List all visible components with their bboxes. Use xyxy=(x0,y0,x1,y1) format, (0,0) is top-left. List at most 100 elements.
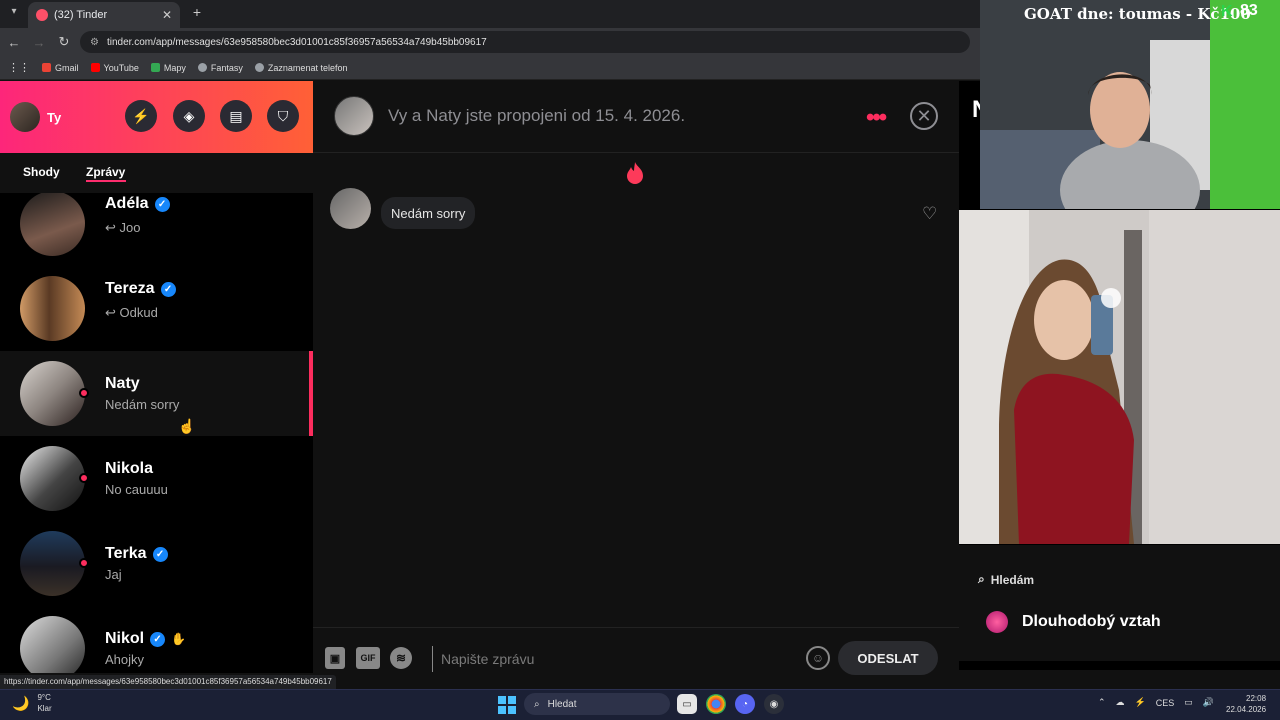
bookmark-youtube[interactable]: YouTube xyxy=(90,63,139,73)
moon-icon: 🌙 xyxy=(12,694,30,711)
verified-badge-icon: ✓ xyxy=(160,281,176,297)
unread-dot xyxy=(79,388,89,398)
avatar xyxy=(20,361,85,426)
looking-for-value: Dlouhodobý vztah xyxy=(986,611,1161,633)
avatar xyxy=(20,276,85,341)
conversation-nikola[interactable]: Nikola No cauuuu xyxy=(0,436,313,521)
stream-title: GOAT dne: toumas - Kč100 xyxy=(1024,5,1251,23)
avatar xyxy=(20,531,85,596)
boost-bolt-icon[interactable]: ⚡ xyxy=(125,100,157,132)
app-icon[interactable]: ◉ xyxy=(764,694,784,714)
windows-start-icon[interactable] xyxy=(498,696,516,714)
conversation-list: Adéla ✓ ↩ Joo Tereza ✓ ↩ Odkud Naty Nedám … xyxy=(0,193,313,673)
verified-badge-icon: ✓ xyxy=(152,546,168,562)
back-arrow-icon[interactable]: ← xyxy=(3,31,25,53)
conversation-preview: ↩ Odkud xyxy=(105,305,158,320)
close-chat-icon[interactable]: ✕ xyxy=(910,102,938,130)
weather-widget[interactable]: 🌙 9°C Klar xyxy=(12,692,52,714)
verified-badge-icon: ✓ xyxy=(154,196,170,212)
tinder-flame-icon xyxy=(627,162,643,184)
active-tab-underline xyxy=(86,180,126,182)
match-avatar[interactable] xyxy=(334,96,374,136)
conversation-name: Tereza ✓ xyxy=(105,280,176,298)
conversation-preview: No cauuuu xyxy=(105,482,168,497)
youtube-icon xyxy=(90,63,100,72)
tab-messages[interactable]: Zprávy xyxy=(86,165,125,179)
conversation-name: Adéla ✓ xyxy=(105,195,170,213)
bluetooth-icon[interactable]: ⚡ xyxy=(1135,697,1146,708)
display-icon[interactable]: ▭ xyxy=(1184,697,1193,708)
spotify-icon[interactable]: ≋ xyxy=(390,647,412,669)
apps-grid-icon[interactable]: ⋮⋮ xyxy=(8,61,30,74)
close-tab-icon[interactable]: ✕ xyxy=(162,8,172,22)
discord-icon[interactable]: ◔ xyxy=(735,694,755,714)
avatar xyxy=(20,193,85,256)
message-avatar[interactable] xyxy=(330,188,371,229)
match-since-text: Vy a Naty jste propojeni od 15. 4. 2026. xyxy=(388,106,686,125)
bookmark-mapy[interactable]: Mapy xyxy=(150,63,186,73)
new-tab-plus-icon[interactable]: + xyxy=(188,4,206,22)
bookmark-zaznamenat[interactable]: Zaznamenat telefon xyxy=(254,63,347,73)
browser-tab[interactable]: (32) Tinder ✕ xyxy=(28,2,180,28)
conversation-adela[interactable]: Adéla ✓ ↩ Joo xyxy=(0,193,313,266)
safety-shield-icon[interactable]: ⛉ xyxy=(267,100,299,132)
bookmarks-bar: ⋮⋮ Gmail YouTube Mapy Fantasy Zaznamenat… xyxy=(0,56,980,80)
looking-for-label: ⌕ Hledám xyxy=(978,572,1035,587)
language-indicator[interactable]: CES xyxy=(1156,698,1175,708)
temperature: 9°C xyxy=(37,693,51,702)
my-avatar[interactable] xyxy=(10,102,40,132)
search-icon: ⌕ xyxy=(534,698,540,710)
tinder-favicon-icon xyxy=(36,9,48,21)
contact-card-icon[interactable]: ▣ xyxy=(325,647,345,669)
gif-icon[interactable]: GIF xyxy=(356,647,380,669)
avatar xyxy=(20,446,85,511)
conversation-name: Terka ✓ xyxy=(105,545,168,563)
mapy-pin-icon xyxy=(150,63,160,72)
site-info-icon[interactable]: ⚙ xyxy=(90,37,99,48)
tab-matches[interactable]: Shody xyxy=(23,165,60,179)
avatar xyxy=(20,616,85,673)
bookmark-fantasy[interactable]: Fantasy xyxy=(197,63,243,73)
send-button[interactable]: ODESLAT xyxy=(838,641,938,675)
unread-dot xyxy=(79,473,89,483)
conversation-name: Nikol ✓ ✋ xyxy=(105,630,187,647)
message-input[interactable] xyxy=(432,646,792,672)
chevron-up-icon[interactable]: ⌃ xyxy=(1098,697,1106,708)
task-view-icon[interactable]: ▭ xyxy=(677,694,697,714)
conversation-terka[interactable]: Terka ✓ Jaj xyxy=(0,521,313,606)
emoji-icon[interactable]: ☺ xyxy=(806,646,830,670)
conversation-tereza[interactable]: Tereza ✓ ↩ Odkud xyxy=(0,266,313,351)
address-bar[interactable]: ⚙ tinder.com/app/messages/63e958580bec3d… xyxy=(80,31,970,53)
stream-badge-letter: K xyxy=(1221,3,1233,20)
more-options-icon[interactable]: ••• xyxy=(866,104,887,132)
volume-icon[interactable]: 🔊 xyxy=(1203,697,1214,708)
chrome-icon[interactable] xyxy=(706,694,726,714)
reload-icon[interactable]: ↻ xyxy=(53,31,75,53)
message-bubble: Nedám sorry xyxy=(381,197,476,229)
like-heart-icon[interactable]: ♡ xyxy=(922,204,937,224)
briefcase-icon[interactable]: ▤ xyxy=(220,100,252,132)
taskbar-search[interactable]: ⌕ Hledat xyxy=(524,693,670,715)
wave-badge-icon: ✋ xyxy=(171,632,187,646)
forward-arrow-icon[interactable]: → xyxy=(28,31,50,53)
hand-cursor-icon: ☝ xyxy=(178,418,196,434)
conversation-name: Naty xyxy=(105,375,140,392)
gmail-icon xyxy=(42,63,51,72)
conversation-preview: ↩ Joo xyxy=(105,220,141,235)
weather-condition: Klar xyxy=(37,704,52,713)
conversation-preview: Jaj xyxy=(105,567,122,582)
globe-icon xyxy=(254,63,264,72)
status-bar-url: https://tinder.com/app/messages/63e95858… xyxy=(0,675,336,689)
verified-badge-icon: ✓ xyxy=(150,631,166,647)
heart-arrow-icon xyxy=(986,611,1008,633)
clock[interactable]: 22:08 22.04.2026 xyxy=(1226,693,1266,715)
explore-compass-icon[interactable]: ◈ xyxy=(173,100,205,132)
profile-photo[interactable] xyxy=(959,210,1280,544)
my-profile-label[interactable]: Ty xyxy=(47,110,61,125)
conversation-nikol[interactable]: Nikol ✓ ✋ Ahojky xyxy=(0,606,313,673)
cloud-icon[interactable]: ☁ xyxy=(1116,697,1125,708)
bookmark-gmail[interactable]: Gmail xyxy=(42,63,79,73)
conversation-naty[interactable]: Naty Nedám sorry xyxy=(0,351,313,436)
search-icon: ⌕ xyxy=(978,572,985,586)
tab-list-chevron-icon[interactable]: ▾ xyxy=(6,6,22,22)
